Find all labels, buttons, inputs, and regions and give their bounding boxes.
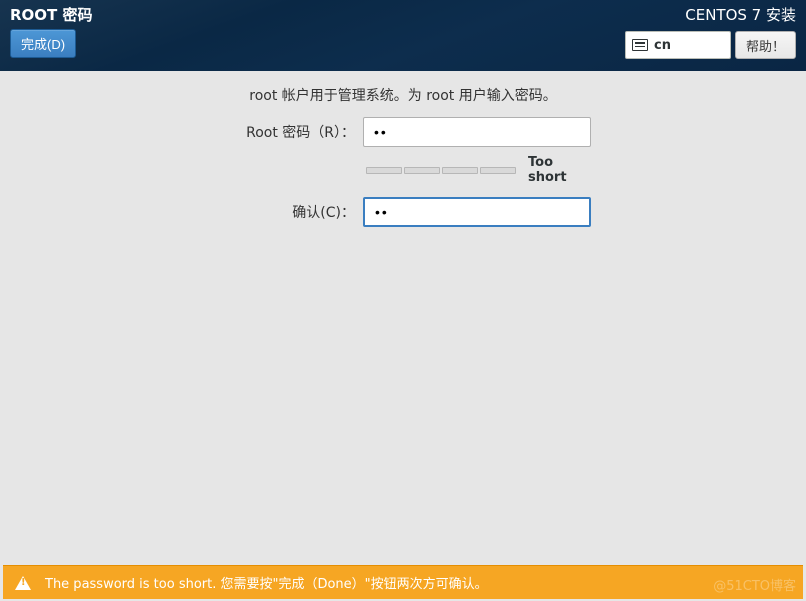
root-password-label: Root 密码（R）： bbox=[215, 122, 355, 142]
warning-bar: The password is too short. 您需要按"完成（Done）… bbox=[3, 565, 803, 599]
warning-icon bbox=[15, 576, 31, 590]
password-strength-meter bbox=[366, 167, 516, 174]
page-title: ROOT 密码 bbox=[10, 4, 93, 25]
header-right: CENTOS 7 安装 cn 帮助！ bbox=[625, 4, 796, 59]
confirm-password-label: 确认(C)： bbox=[215, 202, 355, 222]
main-content: root 帐户用于管理系统。为 root 用户输入密码。 Root 密码（R）：… bbox=[0, 71, 806, 227]
confirm-row: 确认(C)： bbox=[20, 197, 786, 227]
help-button[interactable]: 帮助！ bbox=[735, 31, 796, 59]
keyboard-layout-code: cn bbox=[654, 38, 671, 53]
meter-segment bbox=[366, 167, 402, 174]
header-left: ROOT 密码 完成(D) bbox=[10, 4, 93, 58]
meter-segment bbox=[404, 167, 440, 174]
meter-segment bbox=[480, 167, 516, 174]
password-strength-label: Too short bbox=[528, 155, 592, 185]
installer-title: CENTOS 7 安装 bbox=[685, 4, 796, 25]
root-password-input[interactable] bbox=[363, 117, 591, 147]
done-button[interactable]: 完成(D) bbox=[10, 29, 76, 58]
meter-segment bbox=[442, 167, 478, 174]
keyboard-icon bbox=[632, 39, 648, 51]
confirm-password-input[interactable] bbox=[363, 197, 591, 227]
root-password-row: Root 密码（R）： bbox=[20, 117, 786, 147]
instruction-text: root 帐户用于管理系统。为 root 用户输入密码。 bbox=[20, 85, 786, 105]
password-strength-row: Too short bbox=[20, 155, 786, 185]
keyboard-layout-indicator[interactable]: cn bbox=[625, 31, 731, 59]
header-controls: cn 帮助！ bbox=[625, 31, 796, 59]
header-bar: ROOT 密码 完成(D) CENTOS 7 安装 cn 帮助！ bbox=[0, 0, 806, 71]
warning-message: The password is too short. 您需要按"完成（Done）… bbox=[45, 573, 488, 592]
